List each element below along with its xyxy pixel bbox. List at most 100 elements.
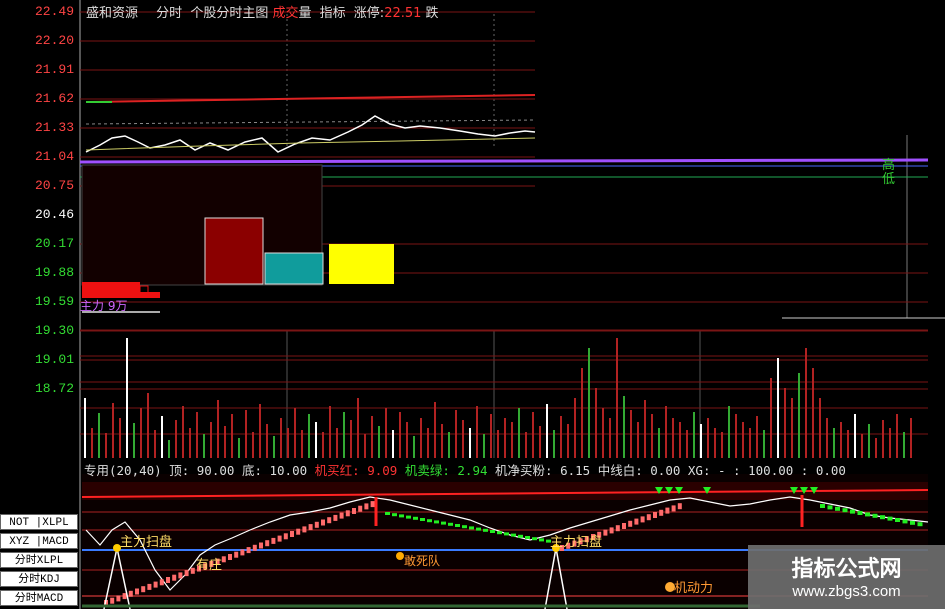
volume-bar: [84, 398, 86, 458]
volume-bar: [595, 388, 597, 458]
volume-bar: [140, 408, 142, 458]
volume-bar: [217, 400, 219, 458]
volume-bar: [560, 416, 562, 458]
indicator-green-dash: [399, 514, 404, 518]
indicator-net-buy: 机净买粉: 6.15: [495, 463, 591, 478]
indicator-green-dash: [441, 521, 446, 525]
price-tick-label: 21.62: [34, 91, 74, 106]
indicator-green-dash: [406, 515, 411, 519]
price-line: [85, 115, 536, 153]
tab-main-chart[interactable]: 个股分时主图: [190, 6, 268, 21]
indicator-red-dash: [364, 503, 369, 510]
volume-bar: [791, 398, 793, 458]
indicator-green-dash: [455, 524, 460, 527]
stock-name: 盛和资源: [86, 6, 139, 21]
volume-bar: [378, 426, 380, 458]
indicator-green-dash: [902, 519, 908, 524]
volume-bar: [161, 416, 163, 458]
indicator-red-dash: [358, 505, 363, 512]
indicator-green-dash: [880, 515, 885, 520]
volume-bar: [224, 426, 226, 458]
indicator-bottom: 底: 10.00: [241, 463, 308, 478]
volume-bar: [315, 422, 317, 458]
volume-bar: [175, 420, 177, 458]
limit-down-label: 跌: [425, 6, 439, 21]
volume-bar: [679, 422, 681, 458]
sweep-label-2: 主力扫盘: [550, 535, 603, 550]
indicator-red-dash: [653, 512, 657, 518]
main-force-label: 主力 9万: [80, 299, 128, 313]
indicator-green-dash: [385, 512, 390, 515]
indicator-red-dash: [603, 529, 608, 536]
indicator-red-dash: [333, 514, 338, 521]
indicator-red-dash: [640, 516, 645, 523]
volume-bar: [238, 438, 240, 458]
side-indicator-button[interactable]: 分时XLPL: [0, 552, 78, 568]
indicator-red-dash: [265, 540, 270, 547]
indicator-green-dash: [427, 519, 432, 523]
price-tick-label: 22.20: [34, 33, 74, 48]
indicator-red-dash: [122, 593, 127, 600]
volume-bar: [609, 418, 611, 458]
momentum-label: 机动力: [674, 581, 714, 596]
indicator-green-dash: [413, 516, 418, 520]
indicator-green-dash: [462, 525, 467, 529]
volume-bar: [399, 412, 401, 458]
indicator-red-dash: [290, 531, 294, 537]
volume-bar: [686, 430, 688, 458]
indicator-green-dash: [820, 504, 825, 508]
volume-bar: [707, 418, 709, 458]
volume-bar: [413, 436, 415, 458]
indicator-green-dash: [835, 506, 840, 511]
volume-bar: [497, 430, 499, 458]
volume-bar: [259, 404, 261, 458]
volume-bar: [756, 416, 758, 458]
volume-bar: [735, 414, 737, 458]
side-indicator-button[interactable]: NOT |XLPL: [0, 514, 78, 530]
tab-indicator[interactable]: 指标: [320, 6, 346, 21]
tab-intraday[interactable]: 分时: [156, 6, 182, 21]
tab-volume[interactable]: 量: [298, 6, 311, 21]
indicator-green-dash: [850, 509, 855, 514]
volume-bar: [742, 422, 744, 458]
indicator-green-dash: [872, 513, 878, 518]
purple-baseline: [79, 158, 929, 164]
volume-bar: [812, 368, 814, 458]
indicator-red-dash: [302, 526, 307, 533]
watermark-url: www.zbgs3.com: [792, 583, 901, 600]
side-indicator-button[interactable]: 分时KDJ: [0, 571, 78, 587]
volume-bar: [476, 406, 478, 458]
volume-bar: [525, 432, 527, 458]
volume-bar: [154, 430, 156, 458]
indicator-red-dash: [321, 519, 325, 526]
volume-bar: [546, 404, 548, 458]
indicator-red-dash: [221, 556, 226, 563]
volume-bar: [763, 430, 765, 458]
volume-bar: [392, 430, 394, 458]
volume-bar: [322, 432, 324, 458]
indicator-green-dash: [483, 528, 488, 532]
tab-trade[interactable]: 成交: [272, 6, 298, 21]
volume-bar: [672, 418, 674, 458]
volume-bar: [371, 416, 373, 458]
side-indicator-button[interactable]: XYZ |MACD: [0, 533, 78, 549]
side-indicator-button[interactable]: 分时MACD: [0, 590, 78, 606]
indicator-mid-line: 中线白: 0.00: [597, 463, 681, 478]
indicator-green-dash: [504, 532, 509, 536]
indicator-red-dash: [228, 554, 232, 560]
volume-bar: [833, 428, 835, 458]
limit-up-label: 涨停:: [353, 6, 385, 21]
volume-bar: [798, 373, 800, 458]
volume-bar: [721, 432, 723, 458]
price-tick-label: 21.04: [34, 149, 74, 164]
chart-canvas[interactable]: [0, 0, 945, 609]
indicator-red-dash: [190, 567, 195, 574]
indicator-red-dash: [677, 503, 682, 510]
watermark: 指标公式网 www.zbgs3.com: [748, 545, 945, 609]
indicator-red-dash: [172, 574, 177, 581]
indicator-red-dash: [116, 595, 121, 602]
indicator-red-dash: [240, 549, 245, 556]
indicator-red-dash: [277, 535, 282, 542]
indicator-green-sell: 机卖绿: 2.94: [404, 463, 488, 478]
dare-marker: [396, 552, 404, 560]
